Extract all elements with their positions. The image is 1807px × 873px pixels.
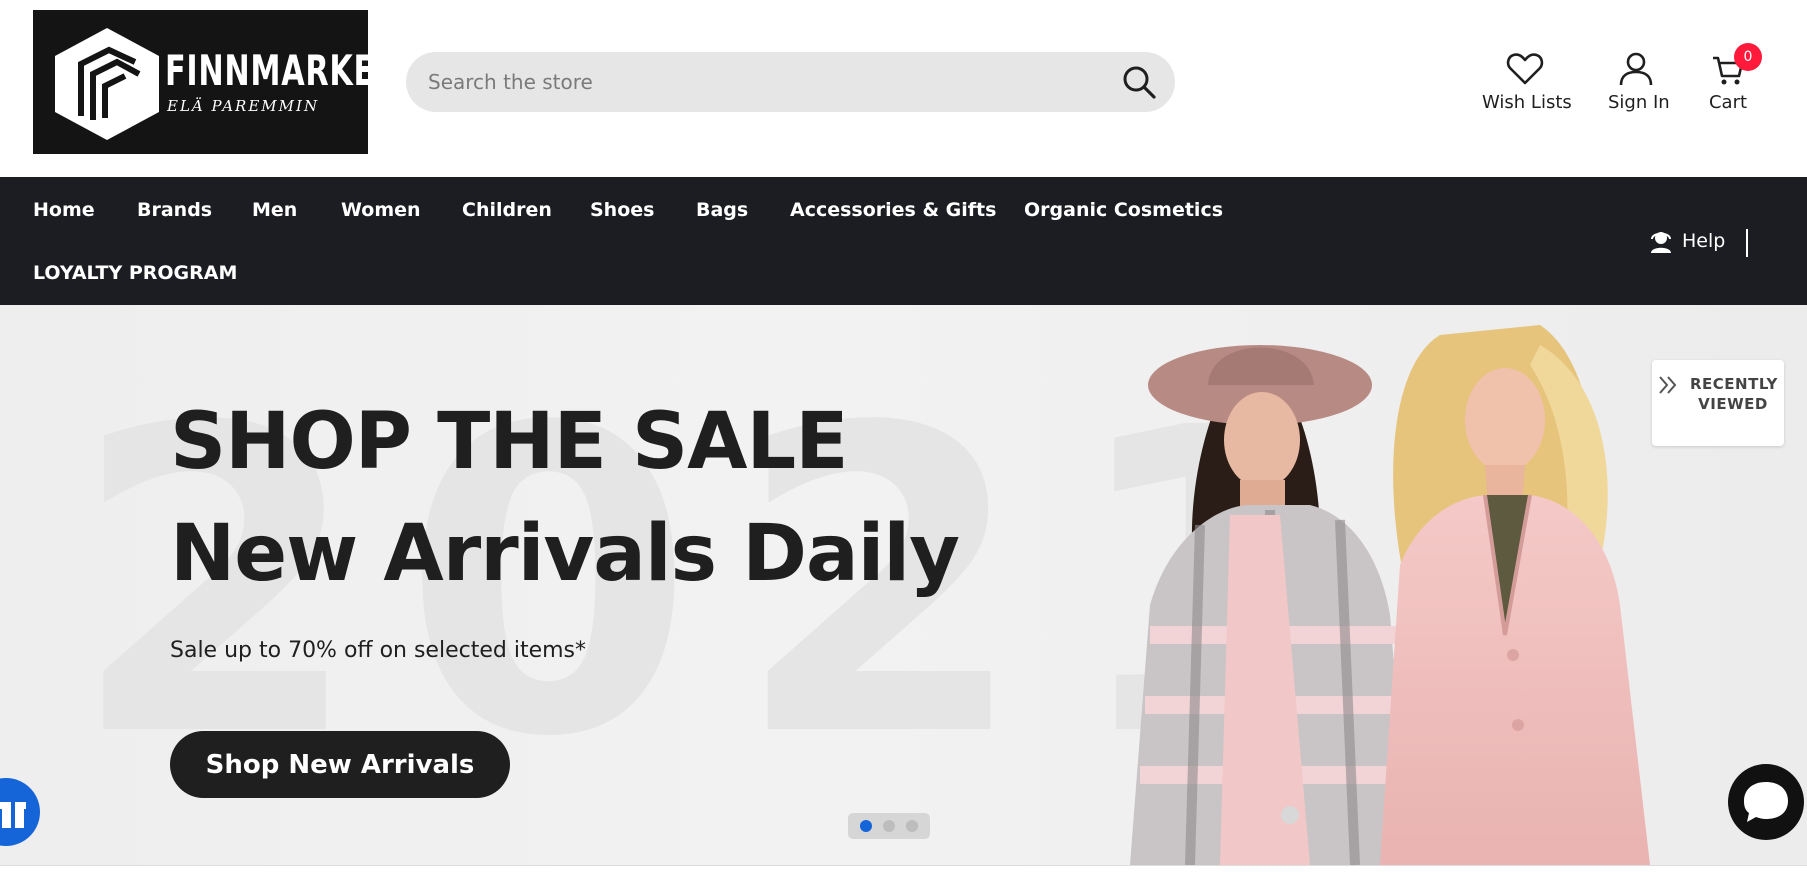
logo-hexagon-icon <box>55 28 159 140</box>
main-navigation: Home Brands Men Women Children Shoes Bag… <box>0 177 1807 305</box>
recently-viewed-label: RECENTLY VIEWED <box>1690 375 1778 413</box>
cart-link[interactable]: 0 Cart <box>1706 43 1762 113</box>
heart-icon <box>1506 53 1544 85</box>
search-bar <box>406 52 1175 112</box>
hero-subtitle: New Arrivals Daily <box>170 509 960 599</box>
brand-logo[interactable]: FINNMARKET ELÄ PAREMMIN <box>33 10 396 154</box>
nav-item-men[interactable]: Men <box>252 199 297 221</box>
search-input[interactable] <box>428 66 1068 98</box>
chevron-double-icon <box>1659 376 1677 394</box>
help-link[interactable]: Help <box>1650 229 1725 253</box>
search-icon[interactable] <box>1121 64 1157 100</box>
logo-name: FINNMARKET <box>165 46 397 95</box>
sign-in-label: Sign In <box>1608 92 1670 113</box>
gift-icon <box>0 802 26 828</box>
nav-item-bags[interactable]: Bags <box>696 199 748 221</box>
cart-count-badge: 0 <box>1734 43 1762 71</box>
page-bottom-edge <box>0 865 1807 873</box>
carousel-dot-2[interactable] <box>882 820 895 832</box>
nav-item-accessories-gifts[interactable]: Accessories & Gifts <box>790 199 996 221</box>
headset-icon <box>1651 232 1671 253</box>
gift-rewards-button[interactable] <box>0 778 40 846</box>
nav-item-organic-cosmetics[interactable]: Organic Cosmetics <box>1024 199 1223 221</box>
user-icon <box>1619 52 1653 86</box>
chat-icon <box>1744 782 1788 822</box>
nav-item-home[interactable]: Home <box>33 199 95 221</box>
site-header: FINNMARKET ELÄ PAREMMIN Wish Lists Sign … <box>0 0 1807 177</box>
cart-label: Cart <box>1708 92 1748 113</box>
nav-item-loyalty-program[interactable]: LOYALTY PROGRAM <box>33 262 237 284</box>
hero-description: Sale up to 70% off on selected items* <box>170 638 586 663</box>
nav-divider <box>1746 229 1748 257</box>
shop-new-arrivals-button[interactable]: Shop New Arrivals <box>170 731 510 798</box>
wish-lists-link[interactable]: Wish Lists <box>1482 52 1572 113</box>
chat-widget-button[interactable] <box>1728 764 1804 840</box>
nav-item-women[interactable]: Women <box>341 199 421 221</box>
nav-item-children[interactable]: Children <box>462 199 552 221</box>
hero-banner: 2021 SHOP THE SALE New Arrivals Daily Sa… <box>0 305 1807 865</box>
recently-viewed-panel[interactable]: RECENTLY VIEWED <box>1652 360 1784 446</box>
carousel-dot-3[interactable] <box>906 820 919 832</box>
nav-item-brands[interactable]: Brands <box>137 199 212 221</box>
carousel-dots <box>848 813 930 839</box>
hero-title: SHOP THE SALE <box>170 397 849 487</box>
sign-in-link[interactable]: Sign In <box>1608 52 1670 113</box>
carousel-dot-1[interactable] <box>859 820 872 832</box>
wish-lists-label: Wish Lists <box>1482 92 1572 113</box>
help-label: Help <box>1682 230 1726 252</box>
nav-item-shoes[interactable]: Shoes <box>590 199 654 221</box>
